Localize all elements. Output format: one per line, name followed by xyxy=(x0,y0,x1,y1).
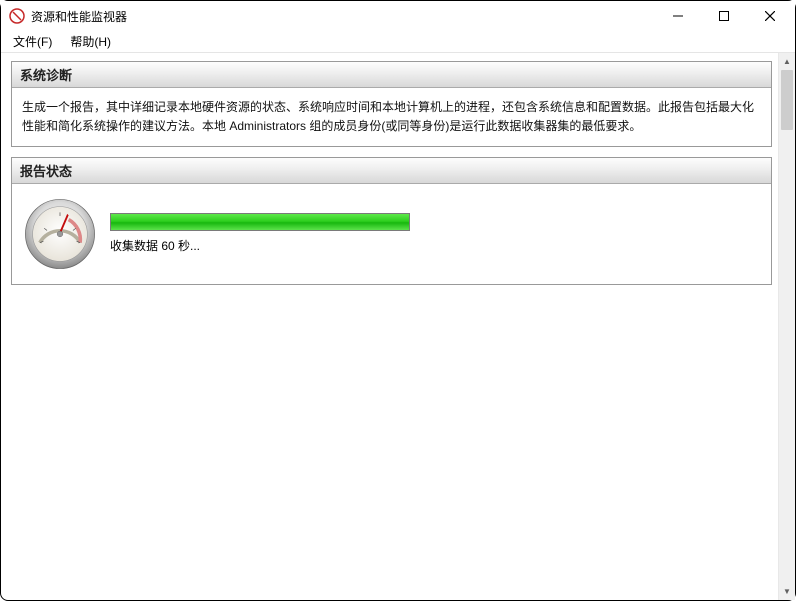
maximize-button[interactable] xyxy=(701,1,747,31)
app-icon xyxy=(9,8,25,24)
gauge-icon xyxy=(24,198,96,270)
panel-header-diag: 系统诊断 xyxy=(12,62,771,88)
scrollbar-thumb[interactable] xyxy=(781,70,793,130)
close-button[interactable] xyxy=(747,1,793,31)
scrollbar-up-arrow[interactable]: ▲ xyxy=(779,53,795,70)
vertical-scrollbar[interactable]: ▲ ▼ xyxy=(778,53,795,600)
panel-system-diagnostics: 系统诊断 生成一个报告，其中详细记录本地硬件资源的状态、系统响应时间和本地计算机… xyxy=(11,61,772,147)
panel-body-diag: 生成一个报告，其中详细记录本地硬件资源的状态、系统响应时间和本地计算机上的进程，… xyxy=(12,88,771,146)
scrollbar-down-arrow[interactable]: ▼ xyxy=(779,583,795,600)
titlebar: 资源和性能监视器 xyxy=(1,1,795,31)
window-title: 资源和性能监视器 xyxy=(31,8,127,25)
panel-report-status: 报告状态 xyxy=(11,157,772,285)
menu-file[interactable]: 文件(F) xyxy=(7,31,58,52)
progress-fill xyxy=(111,214,409,230)
content-wrapper: 系统诊断 生成一个报告，其中详细记录本地硬件资源的状态、系统响应时间和本地计算机… xyxy=(1,53,795,600)
content-area: 系统诊断 生成一个报告，其中详细记录本地硬件资源的状态、系统响应时间和本地计算机… xyxy=(1,53,778,600)
panel-body-status: 收集数据 60 秒... xyxy=(12,184,771,284)
minimize-button[interactable] xyxy=(655,1,701,31)
menu-help[interactable]: 帮助(H) xyxy=(64,31,117,52)
progress-bar xyxy=(110,213,410,231)
progress-container: 收集数据 60 秒... xyxy=(110,213,759,256)
menubar: 文件(F) 帮助(H) xyxy=(1,31,795,53)
progress-text: 收集数据 60 秒... xyxy=(110,237,759,256)
panel-header-status: 报告状态 xyxy=(12,158,771,184)
